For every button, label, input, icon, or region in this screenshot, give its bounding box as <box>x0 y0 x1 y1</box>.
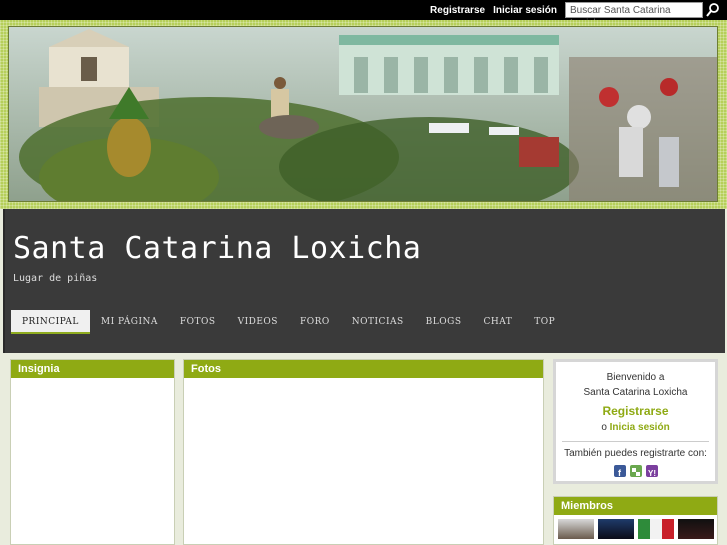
member-thumbnails <box>558 519 714 539</box>
facebook-icon[interactable]: f <box>613 465 626 478</box>
tab-mi-pagina[interactable]: MI PÁGINA <box>90 310 169 334</box>
tab-videos[interactable]: VIDEOS <box>227 310 289 334</box>
tab-top[interactable]: TOP <box>523 310 566 334</box>
badge-panel: Insignia <box>10 359 175 545</box>
top-bar: Registrarse Iniciar sesión Buscar Santa … <box>0 0 727 29</box>
main-nav: PRINCIPAL MI PÁGINA FOTOS VIDEOS FORO NO… <box>11 310 566 334</box>
badge-panel-title: Insignia <box>11 360 174 378</box>
social-logins: f Y! <box>556 465 715 478</box>
banner-image <box>8 26 718 202</box>
photos-panel: Fotos <box>183 359 544 545</box>
members-panel-title: Miembros <box>554 497 717 515</box>
site-title[interactable]: Santa Catarina Loxicha <box>13 231 421 266</box>
site-subtitle: Lugar de piñas <box>13 273 98 284</box>
signin-login-link[interactable]: Inicia sesión <box>610 422 670 433</box>
member-avatar[interactable] <box>638 519 674 539</box>
tab-fotos[interactable]: FOTOS <box>169 310 227 334</box>
search-icon <box>706 3 719 17</box>
welcome-site-name: Santa Catarina Loxicha <box>583 387 688 398</box>
signin-box: Bienvenido a Santa Catarina Loxicha Regi… <box>553 359 718 484</box>
also-register-text: También puedes registrarte con: <box>564 448 707 459</box>
banner-frame <box>0 20 727 209</box>
tab-blogs[interactable]: BLOGS <box>415 310 473 334</box>
google-icon[interactable] <box>629 465 642 477</box>
site-header: Santa Catarina Loxicha Lugar de piñas PR… <box>3 209 725 353</box>
tab-principal[interactable]: PRINCIPAL <box>11 310 90 334</box>
divider <box>562 441 709 442</box>
search-input[interactable]: Buscar Santa Catarina Loxicha <box>565 2 703 29</box>
member-avatar[interactable] <box>598 519 634 539</box>
login-link[interactable]: Iniciar sesión <box>493 5 557 16</box>
members-panel: Miembros <box>553 496 718 545</box>
register-link[interactable]: Registrarse <box>430 5 485 16</box>
svg-text:f: f <box>618 468 622 478</box>
or-text: o <box>601 422 607 433</box>
tab-chat[interactable]: CHAT <box>473 310 524 334</box>
signin-or-line: o Inicia sesión <box>556 422 715 433</box>
tab-noticias[interactable]: NOTICIAS <box>341 310 415 334</box>
member-avatar[interactable] <box>558 519 594 539</box>
yahoo-icon[interactable]: Y! <box>645 465 658 478</box>
signin-register-link[interactable]: Registrarse <box>556 404 715 418</box>
tab-foro[interactable]: FORO <box>289 310 341 334</box>
search-button[interactable] <box>705 2 721 18</box>
member-avatar[interactable] <box>678 519 714 539</box>
welcome-text: Bienvenido a <box>606 372 665 383</box>
photos-panel-title: Fotos <box>184 360 543 378</box>
svg-text:Y!: Y! <box>648 469 656 478</box>
